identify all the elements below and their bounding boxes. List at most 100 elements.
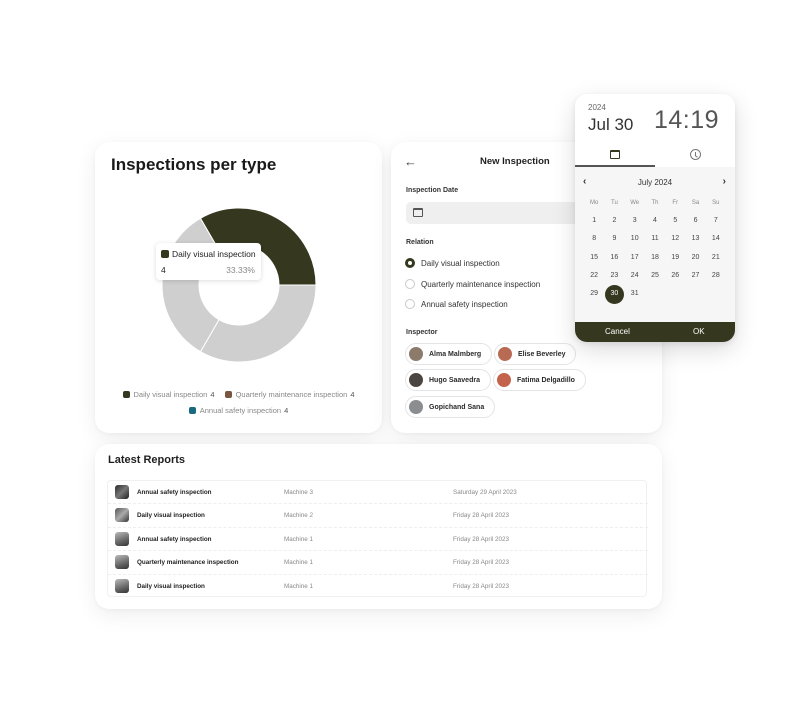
tab-clock[interactable] [655, 144, 735, 167]
weekday-label: Fr [672, 200, 679, 207]
calendar-day[interactable]: 5 [665, 212, 685, 230]
calendar-day[interactable]: 10 [625, 230, 645, 248]
table-row[interactable]: Annual safety inspection Machine 3 Satur… [108, 481, 648, 505]
calendar-day[interactable]: 18 [645, 249, 665, 267]
inspector-chip[interactable]: Fatima Delgadillo [493, 369, 586, 391]
calendar-day[interactable]: 13 [685, 230, 705, 248]
chart-legend: Daily visual inspection 4 Quarterly main… [95, 390, 382, 400]
donut-slice-annual-safety-inspection[interactable] [161, 217, 220, 353]
calendar-day[interactable]: 3 [625, 212, 645, 230]
calendar-day[interactable]: 17 [625, 249, 645, 267]
calendar-day[interactable]: 29 [584, 285, 604, 303]
calendar-day[interactable]: 7 [706, 212, 726, 230]
inspection-date-input[interactable] [406, 202, 586, 224]
inspection-date-label: Inspection Date [406, 187, 459, 194]
latest-reports-card: Latest Reports Annual safety inspection … [95, 444, 662, 609]
calendar-icon [610, 150, 620, 159]
table-row[interactable]: Daily visual inspection Machine 2 Friday… [108, 504, 648, 528]
picker-year[interactable]: 2024 [588, 103, 606, 112]
legend-swatch [224, 391, 232, 398]
legend-item-quarterly[interactable]: Quarterly maintenance inspection 4 [224, 390, 354, 399]
inspector-chip[interactable]: Elise Beverley [494, 343, 577, 365]
report-name: Annual safety inspection [137, 489, 212, 496]
weekday-label: Sa [691, 200, 700, 207]
calendar-day[interactable]: 6 [685, 212, 705, 230]
avatar [498, 347, 512, 361]
calendar-day[interactable]: 11 [645, 230, 665, 248]
form-title: New Inspection [480, 156, 550, 167]
table-row[interactable]: Quarterly maintenance inspection Machine… [108, 551, 648, 575]
relation-option-label: Annual safety inspection [421, 299, 508, 309]
tab-calendar[interactable] [575, 144, 655, 167]
legend-label: Daily visual inspection [133, 390, 208, 399]
tooltip-swatch [161, 250, 169, 258]
report-name: Quarterly maintenance inspection [137, 559, 239, 567]
weekday-label: Th [651, 200, 659, 207]
calendar-day[interactable]: 8 [584, 230, 604, 248]
calendar-day[interactable]: 16 [604, 249, 624, 267]
calendar-day[interactable]: 15 [584, 249, 604, 267]
report-machine: Machine 3 [284, 489, 314, 496]
calendar-day[interactable]: 23 [604, 267, 624, 285]
machine-thumbnail [115, 555, 129, 570]
calendar-week-row: 15 16 17 18 19 20 21 [584, 249, 726, 267]
calendar-day[interactable]: 20 [685, 249, 705, 267]
calendar-day[interactable]: 19 [665, 249, 685, 267]
inspector-chip[interactable]: Gopichand Sana [405, 396, 496, 418]
calendar-day[interactable]: 25 [645, 267, 665, 285]
report-machine: Machine 2 [284, 512, 314, 520]
relation-option-label: Quarterly maintenance inspection [421, 279, 541, 289]
chevron-right-icon[interactable]: › [723, 176, 726, 187]
radio-selected[interactable] [405, 258, 415, 268]
report-date: Friday 28 April 2023 [453, 582, 510, 590]
picker-time[interactable]: 14:19 [654, 106, 719, 135]
ok-button[interactable]: OK [693, 327, 705, 336]
cancel-button[interactable]: Cancel [605, 327, 630, 336]
radio-unselected[interactable] [405, 279, 415, 289]
calendar-day[interactable]: 28 [706, 267, 726, 285]
calendar-day[interactable]: 27 [685, 267, 705, 285]
calendar-day[interactable]: 31 [625, 285, 645, 303]
calendar-day[interactable]: 30 [604, 284, 625, 304]
calendar-day[interactable]: 9 [604, 230, 624, 248]
arrow-left-icon[interactable]: ← [404, 154, 417, 169]
donut-slice-quarterly-maintenance-inspection[interactable] [199, 284, 317, 363]
reports-table: Annual safety inspection Machine 3 Satur… [107, 480, 648, 598]
report-name: Daily visual inspection [137, 582, 205, 590]
calendar-week-row: 8 9 10 11 12 13 14 [584, 230, 726, 248]
table-row[interactable]: Annual safety inspection Machine 1 Frida… [108, 528, 648, 552]
calendar-grid: Mo Tu We Th Fr Sa Su 1 2 3 4 5 6 7 8 9 10 11 12 13 14 15 16 17 1… [584, 194, 726, 304]
machine-thumbnail [115, 578, 129, 593]
calendar-day[interactable]: 4 [645, 212, 665, 230]
inspector-chip[interactable]: Hugo Saavedra [405, 369, 491, 391]
calendar-day[interactable]: 2 [604, 212, 624, 230]
report-date: Friday 28 April 2023 [453, 512, 510, 520]
table-row[interactable]: Daily visual inspection Machine 1 Friday… [108, 575, 648, 598]
relation-option-daily[interactable]: Daily visual inspection [405, 258, 500, 268]
legend-label: Annual safety inspection [199, 406, 282, 415]
avatar [409, 347, 423, 361]
calendar-day[interactable]: 21 [706, 249, 726, 267]
calendar-empty-cell [706, 285, 726, 303]
calendar-day[interactable]: 26 [665, 267, 685, 285]
calendar-day[interactable]: 22 [584, 267, 604, 285]
relation-option-quarterly[interactable]: Quarterly maintenance inspection [405, 279, 540, 289]
calendar-week-row: 1234567 [584, 212, 726, 230]
inspector-chip[interactable]: Alma Malmberg [405, 343, 493, 365]
avatar [497, 373, 511, 387]
tooltip-value: 4 [161, 265, 166, 275]
weekday-label: Su [712, 200, 720, 207]
radio-unselected[interactable] [405, 299, 415, 309]
calendar-day[interactable]: 1 [584, 212, 604, 230]
legend-item-daily[interactable]: Daily visual inspection 4 [122, 390, 214, 399]
legend-item-annual[interactable]: Annual safety inspection 4 [188, 406, 288, 415]
relation-option-annual[interactable]: Annual safety inspection [405, 299, 508, 309]
calendar-day[interactable]: 12 [665, 230, 685, 248]
report-date: Friday 28 April 2023 [453, 535, 510, 543]
report-date: Friday 28 April 2023 [453, 559, 510, 567]
calendar-day[interactable]: 14 [706, 230, 726, 248]
calendar-day[interactable]: 24 [625, 267, 645, 285]
chart-tooltip: Daily visual inspection 4 33.33% [156, 243, 261, 280]
inspections-per-type-card: Inspections per type Daily visual inspec… [95, 142, 382, 433]
calendar-week-row: 22 23 24 25 26 27 28 [584, 267, 726, 285]
